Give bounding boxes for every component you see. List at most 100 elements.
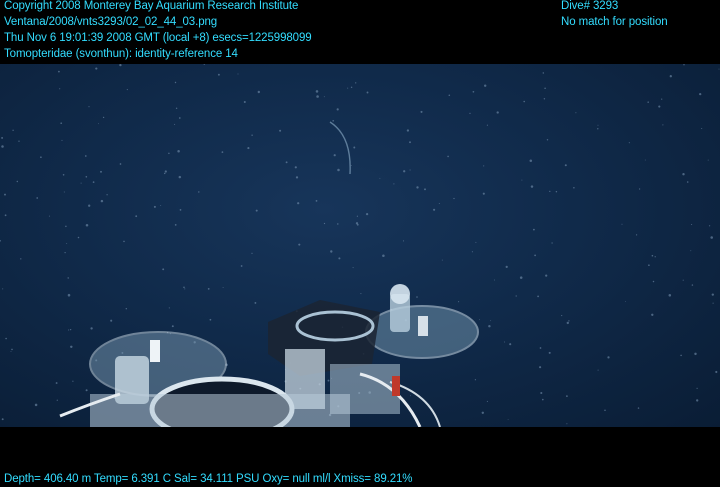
snow-particle (652, 280, 655, 283)
snow-particle (478, 319, 480, 321)
snow-particle (119, 163, 122, 165)
snow-particle (85, 389, 88, 392)
snow-particle (707, 159, 709, 161)
underwater-scene (0, 64, 720, 427)
snow-particle (382, 254, 385, 257)
dive-number-text: Dive# 3293 (561, 0, 619, 12)
snow-particle (393, 183, 395, 185)
snow-particle (4, 214, 7, 217)
snow-particle (163, 172, 166, 175)
snow-particle (336, 108, 339, 111)
snow-particle (658, 105, 661, 108)
snow-particle (174, 123, 176, 125)
snow-particle (2, 288, 4, 290)
snow-particle (691, 284, 694, 286)
snow-particle (680, 354, 682, 357)
snow-particle (521, 179, 523, 181)
snow-particle (486, 400, 488, 402)
snow-particle (251, 134, 253, 136)
snow-particle (315, 90, 319, 93)
snow-particle (433, 208, 436, 211)
snow-particle (686, 181, 689, 183)
rov-sampler-equipment (59, 284, 479, 427)
snow-particle (509, 343, 512, 346)
snow-particle (544, 87, 546, 89)
snow-particle (40, 156, 42, 159)
snow-particle (327, 379, 330, 382)
snow-particle (597, 124, 599, 126)
snow-particle (696, 399, 699, 402)
snow-particle (95, 67, 98, 70)
snow-particle (597, 128, 599, 130)
snow-particle (153, 205, 156, 208)
snow-particle (668, 294, 672, 297)
snow-particle (365, 212, 369, 216)
snow-particle (18, 140, 20, 142)
snow-particle (125, 308, 127, 310)
snow-particle (534, 254, 536, 257)
tomopteridae-animal (329, 121, 351, 175)
snow-particle (453, 197, 455, 200)
video-frame (0, 64, 720, 427)
snow-particle (543, 98, 546, 100)
snow-particle (251, 252, 253, 254)
snow-particle (694, 352, 697, 356)
snow-particle (533, 228, 535, 231)
snow-particle (62, 174, 65, 176)
snow-particle (123, 240, 125, 243)
snow-particle (255, 209, 258, 212)
snow-particle (486, 124, 488, 126)
snow-particle (607, 356, 610, 359)
snow-particle (338, 257, 341, 260)
snow-particle (530, 185, 534, 188)
snow-particle (566, 423, 568, 425)
snow-particle (638, 188, 641, 190)
snow-particle (67, 277, 69, 279)
snow-particle (11, 348, 13, 351)
snow-particle (1, 136, 4, 139)
snow-particle (482, 192, 485, 195)
snow-particle (179, 209, 182, 211)
snow-particle (279, 129, 282, 132)
snow-particle (568, 320, 570, 322)
snow-particle (222, 286, 224, 288)
snow-particle (604, 409, 606, 412)
snow-particle (648, 264, 650, 267)
snow-particle (323, 222, 326, 225)
snow-particle (416, 186, 419, 189)
snow-particle (448, 94, 451, 97)
snow-particle (542, 72, 545, 74)
snow-particle (164, 170, 167, 173)
snow-particle (295, 176, 299, 179)
snow-particle (55, 382, 58, 384)
snow-particle (174, 81, 177, 84)
snow-particle (88, 204, 91, 207)
snow-particle (471, 251, 473, 253)
snow-particle (217, 73, 220, 76)
snow-particle (254, 301, 257, 304)
snow-particle (366, 91, 369, 94)
snow-particle (420, 110, 423, 113)
snow-particle (682, 279, 684, 281)
snow-particle (58, 70, 60, 73)
snow-particle (16, 180, 19, 183)
snow-particle (350, 86, 353, 89)
snow-particle (548, 351, 551, 354)
snow-particle (669, 75, 672, 78)
snow-particle (621, 223, 623, 225)
snow-particle (496, 111, 499, 114)
snow-particle (66, 243, 68, 245)
snow-particle (61, 139, 63, 141)
snow-particle (529, 159, 533, 163)
snow-particle (110, 319, 113, 322)
snow-particle (711, 293, 714, 296)
snow-particle (68, 329, 70, 331)
snow-particle (85, 224, 89, 227)
snow-particle (654, 256, 656, 258)
snow-particle (661, 98, 663, 100)
snow-particle (88, 106, 90, 108)
snow-particle (715, 370, 718, 374)
snow-particle (168, 307, 170, 309)
snow-particle (162, 268, 165, 271)
snow-particle (92, 181, 95, 183)
